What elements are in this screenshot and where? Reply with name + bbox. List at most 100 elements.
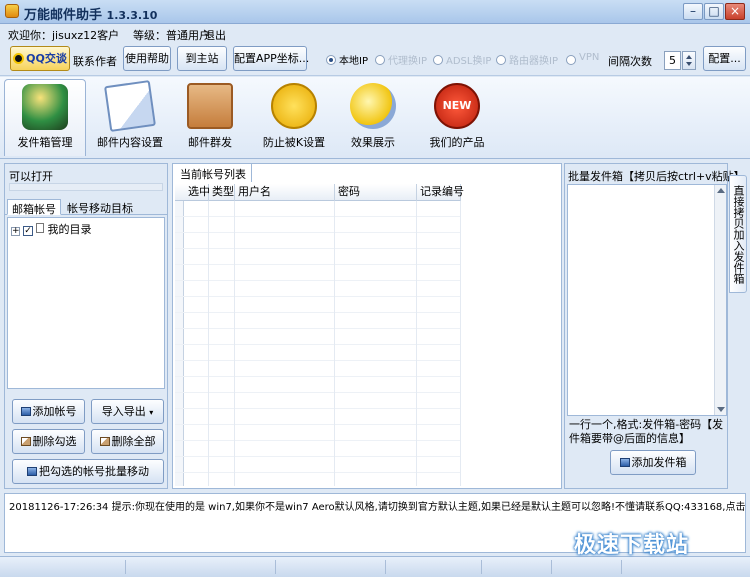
add-sender-button[interactable]: 添加发件箱	[610, 450, 696, 475]
eraser-icon	[20, 437, 31, 446]
app-version: 1.3.3.10	[106, 9, 158, 22]
col-password[interactable]: 密码	[335, 184, 417, 201]
col-record-id[interactable]: 记录编号	[417, 184, 464, 201]
tab-account-move-target[interactable]: 帐号移动目标	[63, 199, 137, 215]
close-button[interactable]: ×	[725, 3, 745, 20]
ribbon-our-products[interactable]: NEW 我们的产品	[424, 79, 490, 156]
status-bar	[0, 556, 750, 577]
ribbon-anti-block-settings[interactable]: 防止被K设置	[258, 79, 330, 156]
radio-proxy-ip-label: 代理换IP	[388, 56, 427, 67]
maximize-button[interactable]: □	[704, 3, 724, 20]
qq-chat-button[interactable]: QQ交谈	[10, 46, 70, 71]
log-line: 20181126-17:26:34 提示:你现在使用的是 win7,如果你不是w…	[9, 502, 746, 513]
ribbon-label: 邮件内容设置	[97, 136, 163, 149]
batch-sender-title: 批量发件箱【拷贝后按ctrl+v粘贴】	[568, 170, 745, 183]
status-segment	[0, 560, 126, 574]
help-button[interactable]: 使用帮助	[123, 46, 171, 71]
ribbon-mass-mail[interactable]: 邮件群发	[178, 79, 242, 156]
effect-star-icon	[350, 83, 396, 129]
add-account-button[interactable]: 添加帐号	[12, 399, 85, 424]
directory-tree: + ✓ 我的目录	[7, 217, 165, 389]
col-type[interactable]: 类型	[209, 184, 235, 201]
ribbon-effect-showcase[interactable]: 效果展示	[340, 79, 406, 156]
minimize-button[interactable]: –	[683, 3, 703, 20]
delete-all-label: 删除全部	[111, 435, 156, 448]
tab-current-account-list[interactable]: 当前帐号列表	[175, 164, 252, 182]
radio-router-ip-label: 路由器换IP	[509, 56, 558, 67]
window-title: 万能邮件助手 1.3.3.10	[24, 4, 157, 23]
wrench-icon	[271, 83, 317, 129]
tree-item-my-directory[interactable]: + ✓ 我的目录	[11, 221, 92, 236]
import-export-button[interactable]: 导入导出 ▾	[91, 399, 164, 424]
grid-col-line	[334, 201, 335, 486]
ribbon-label: 邮件群发	[188, 136, 232, 149]
status-segment	[482, 560, 552, 574]
delete-checked-button[interactable]: 删除勾选	[12, 429, 85, 454]
add-icon	[619, 458, 630, 467]
app-name: 万能邮件助手	[24, 8, 103, 23]
contact-author-link[interactable]: 联系作者	[73, 53, 117, 69]
grid-col-line	[416, 201, 417, 486]
ribbon-label: 我们的产品	[429, 136, 485, 149]
left-tabs: 邮箱帐号 帐号移动目标	[5, 197, 167, 216]
title-bar: 万能邮件助手 1.3.3.10 – □ ×	[0, 0, 750, 24]
delete-checked-label: 删除勾选	[32, 435, 77, 448]
status-segment	[126, 560, 276, 574]
radio-proxy-ip[interactable]	[375, 55, 385, 65]
radio-vpn-label: VPN	[579, 52, 600, 63]
add-account-label: 添加帐号	[32, 405, 77, 418]
radio-router-ip[interactable]	[496, 55, 506, 65]
file-icon	[36, 223, 44, 233]
ribbon-label: 效果展示	[351, 136, 395, 149]
home-site-button[interactable]: 到主站	[177, 46, 227, 71]
ribbon-mail-content-settings[interactable]: 邮件内容设置	[90, 79, 170, 156]
radio-vpn[interactable]	[566, 55, 576, 65]
format-hint: 一行一个,格式:发件箱-密码【发件箱要带@后面的信息】	[569, 418, 724, 445]
welcome-text: 欢迎你：jisuxz12客户	[8, 29, 120, 42]
toolbar: QQ交谈 联系作者 使用帮助 到主站 配置APP坐标... 本地IP 代理换IP…	[0, 43, 750, 76]
user-bar: 欢迎你：jisuxz12客户 等级：普通用户 退出	[0, 24, 750, 42]
interval-count-input[interactable]: 5	[664, 51, 681, 70]
grid-body	[175, 201, 461, 486]
watermark-logo: 极速下载站	[574, 533, 690, 558]
mailbox-icon	[22, 84, 68, 130]
batch-move-label: 把勾选的帐号批量移动	[39, 465, 149, 478]
grid-header: 选中 类型 用户名 密码 记录编号	[175, 184, 464, 201]
batch-sender-panel: 批量发件箱【拷贝后按ctrl+v粘贴】 一行一个,格式:发件箱-密码【发件箱要带…	[564, 163, 745, 489]
col-username[interactable]: 用户名	[235, 184, 335, 201]
vertical-scrollbar[interactable]	[714, 185, 726, 415]
radio-local-ip-label: 本地IP	[339, 56, 368, 67]
ribbon: 发件箱管理 邮件内容设置 邮件群发 防止被K设置 效果展示 NEW 我们的产品	[0, 77, 750, 159]
tree-item-label: 我的目录	[47, 223, 92, 236]
delete-all-button[interactable]: 删除全部	[91, 429, 164, 454]
radio-local-ip[interactable]	[326, 55, 336, 65]
status-segment	[386, 560, 482, 574]
logout-link[interactable]: 退出	[204, 27, 226, 43]
qq-chat-label: QQ交谈	[26, 52, 67, 65]
app-coordinate-config-button[interactable]: 配置APP坐标...	[233, 46, 309, 71]
eraser-icon	[99, 437, 110, 446]
grid-col-line	[234, 201, 235, 486]
col-selected[interactable]: 选中	[185, 184, 210, 201]
add-icon	[20, 407, 31, 416]
ribbon-label: 发件箱管理	[17, 136, 73, 149]
batch-move-button[interactable]: 把勾选的帐号批量移动	[12, 459, 164, 484]
ribbon-label: 防止被K设置	[262, 136, 326, 149]
import-export-label: 导入导出	[101, 405, 146, 418]
tree-checkbox[interactable]: ✓	[23, 226, 33, 236]
radio-adsl-ip[interactable]	[433, 55, 443, 65]
app-icon	[5, 4, 19, 18]
tab-mailbox-accounts[interactable]: 邮箱帐号	[7, 199, 61, 216]
dropdown-arrow-icon: ▾	[149, 408, 154, 417]
config-button[interactable]: 配置...	[703, 46, 746, 71]
side-tab-direct-copy[interactable]: 直接拷贝加入发件箱	[729, 175, 747, 293]
qq-icon	[13, 53, 25, 64]
batch-sender-textarea[interactable]	[567, 184, 727, 416]
mass-mail-icon	[187, 83, 233, 129]
user-level: 等级：普通用户	[133, 29, 210, 42]
open-path-field[interactable]	[9, 183, 163, 191]
ribbon-mailbox-management[interactable]: 发件箱管理	[4, 79, 86, 156]
expand-icon[interactable]: +	[11, 227, 20, 236]
interval-spinner[interactable]	[682, 51, 696, 70]
account-grid[interactable]: 选中 类型 用户名 密码 记录编号	[175, 184, 559, 486]
